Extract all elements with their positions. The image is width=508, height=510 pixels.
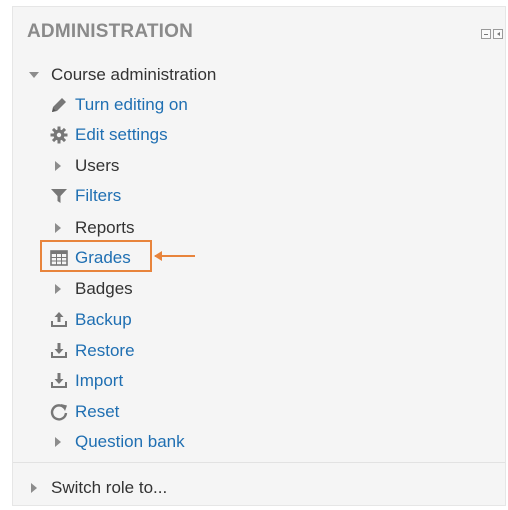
- badges-node[interactable]: Badges: [55, 277, 133, 301]
- caret-down-icon: [29, 72, 39, 78]
- reset-label: Reset: [75, 402, 120, 421]
- caret-right-icon: [55, 161, 61, 171]
- restore-link[interactable]: Restore: [49, 339, 135, 363]
- caret-right-icon: [31, 483, 37, 493]
- filters-label: Filters: [75, 186, 122, 205]
- filters-link[interactable]: Filters: [49, 184, 121, 208]
- reset-link[interactable]: Reset: [49, 400, 119, 424]
- users-node[interactable]: Users: [55, 154, 119, 178]
- switch-role-node[interactable]: Switch role to...: [31, 476, 167, 500]
- annotation-arrow: [154, 251, 195, 261]
- backup-label: Backup: [75, 310, 132, 329]
- caret-right-icon: [55, 284, 61, 294]
- administration-block: ADMINISTRATION Course administration Tur…: [12, 6, 506, 506]
- badges-label: Badges: [75, 279, 133, 298]
- edit-settings-label: Edit settings: [75, 125, 168, 144]
- import-link[interactable]: Import: [49, 369, 123, 393]
- turn-editing-on-link[interactable]: Turn editing on: [49, 93, 188, 117]
- course-administration-node[interactable]: Course administration: [29, 63, 216, 87]
- question-bank-label: Question bank: [75, 432, 185, 451]
- import-icon: [49, 371, 69, 391]
- reset-icon: [49, 402, 69, 422]
- backup-link[interactable]: Backup: [49, 308, 132, 332]
- block-title: ADMINISTRATION: [27, 21, 194, 42]
- caret-right-icon: [55, 437, 61, 447]
- block-controls: [481, 29, 503, 39]
- reports-label: Reports: [75, 218, 135, 237]
- users-label: Users: [75, 156, 120, 175]
- switch-role-label: Switch role to...: [51, 478, 168, 497]
- reports-node[interactable]: Reports: [55, 216, 135, 240]
- collapse-block-icon[interactable]: [481, 29, 491, 39]
- dock-block-icon[interactable]: [493, 29, 503, 39]
- question-bank-node[interactable]: Question bank: [55, 430, 185, 454]
- caret-right-icon: [55, 223, 61, 233]
- turn-editing-on-label: Turn editing on: [75, 95, 188, 114]
- backup-icon: [49, 310, 69, 330]
- filter-icon: [49, 186, 69, 206]
- divider: [13, 462, 505, 463]
- restore-label: Restore: [75, 341, 135, 360]
- pencil-icon: [49, 95, 69, 115]
- import-label: Import: [75, 371, 124, 390]
- edit-settings-link[interactable]: Edit settings: [49, 123, 168, 147]
- course-administration-label: Course administration: [51, 65, 217, 84]
- grades-highlight-box: [40, 240, 152, 272]
- restore-icon: [49, 341, 69, 361]
- gear-icon: [49, 125, 69, 145]
